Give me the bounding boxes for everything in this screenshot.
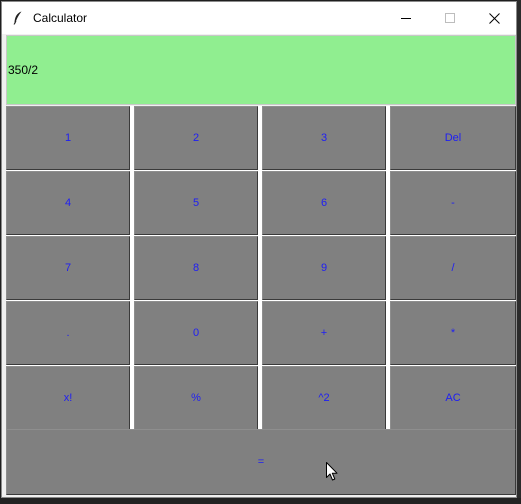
key-factorial[interactable]: x! [6, 366, 130, 430]
key-7[interactable]: 7 [6, 236, 130, 300]
key-all-clear[interactable]: AC [390, 366, 516, 430]
key-divide[interactable]: / [390, 236, 516, 300]
key-5[interactable]: 5 [134, 171, 258, 235]
maximize-button[interactable] [428, 2, 472, 34]
key-2[interactable]: 2 [134, 106, 258, 170]
key-percent[interactable]: % [134, 366, 258, 430]
key-3[interactable]: 3 [262, 106, 386, 170]
window-title: Calculator [33, 11, 88, 25]
key-4[interactable]: 4 [6, 171, 130, 235]
minimize-button[interactable] [384, 2, 428, 34]
arrow-cursor-icon [326, 462, 338, 481]
key-8[interactable]: 8 [134, 236, 258, 300]
key-1[interactable]: 1 [6, 106, 130, 170]
desktop-background [517, 0, 521, 504]
key-delete[interactable]: Del [390, 106, 516, 170]
close-icon [488, 12, 500, 24]
close-button[interactable] [472, 2, 516, 34]
key-square[interactable]: ^2 [262, 366, 386, 430]
key-6[interactable]: 6 [262, 171, 386, 235]
title-bar[interactable]: Calculator [2, 2, 516, 34]
key-decimal[interactable]: . [6, 301, 130, 365]
key-equals[interactable]: = [6, 429, 516, 495]
key-plus[interactable]: + [262, 301, 386, 365]
key-multiply[interactable]: * [390, 301, 516, 365]
window-controls [384, 2, 516, 34]
maximize-icon [445, 13, 455, 23]
key-0[interactable]: 0 [134, 301, 258, 365]
feather-icon [12, 10, 24, 26]
key-minus[interactable]: - [390, 171, 516, 235]
desktop-background-bottom [0, 498, 521, 504]
key-9[interactable]: 9 [262, 236, 386, 300]
minimize-icon [401, 18, 411, 19]
calculator-display[interactable]: 350/2 [6, 35, 516, 105]
keypad: 1 2 3 Del 4 5 6 - 7 8 9 / . 0 + * x! % ^… [6, 106, 516, 430]
calculator-window: Calculator 350/2 1 2 3 Del 4 5 6 - 7 8 9… [1, 1, 517, 498]
display-expression: 350/2 [8, 63, 39, 77]
